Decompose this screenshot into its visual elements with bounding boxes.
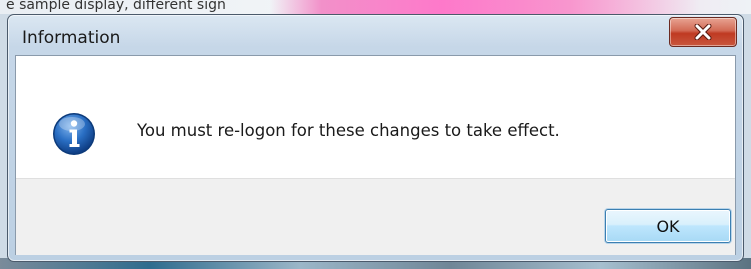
info-icon xyxy=(53,113,95,155)
close-icon xyxy=(694,24,712,40)
dialog-button-bar: OK xyxy=(16,178,735,255)
close-button[interactable] xyxy=(669,17,737,47)
background-text: e sample display, different sign xyxy=(6,0,226,13)
dialog-body: You must re-logon for these changes to t… xyxy=(15,55,736,255)
background-window-strip: e sample display, different sign xyxy=(0,0,751,14)
information-dialog: Information You must re-logon for these … xyxy=(7,14,744,262)
ok-button[interactable]: OK xyxy=(605,209,731,243)
dialog-title: Information xyxy=(22,28,121,48)
message-area xyxy=(16,56,735,178)
background-banner xyxy=(270,0,700,14)
dialog-message: You must re-logon for these changes to t… xyxy=(137,121,560,140)
dialog-titlebar[interactable]: Information xyxy=(8,15,743,55)
